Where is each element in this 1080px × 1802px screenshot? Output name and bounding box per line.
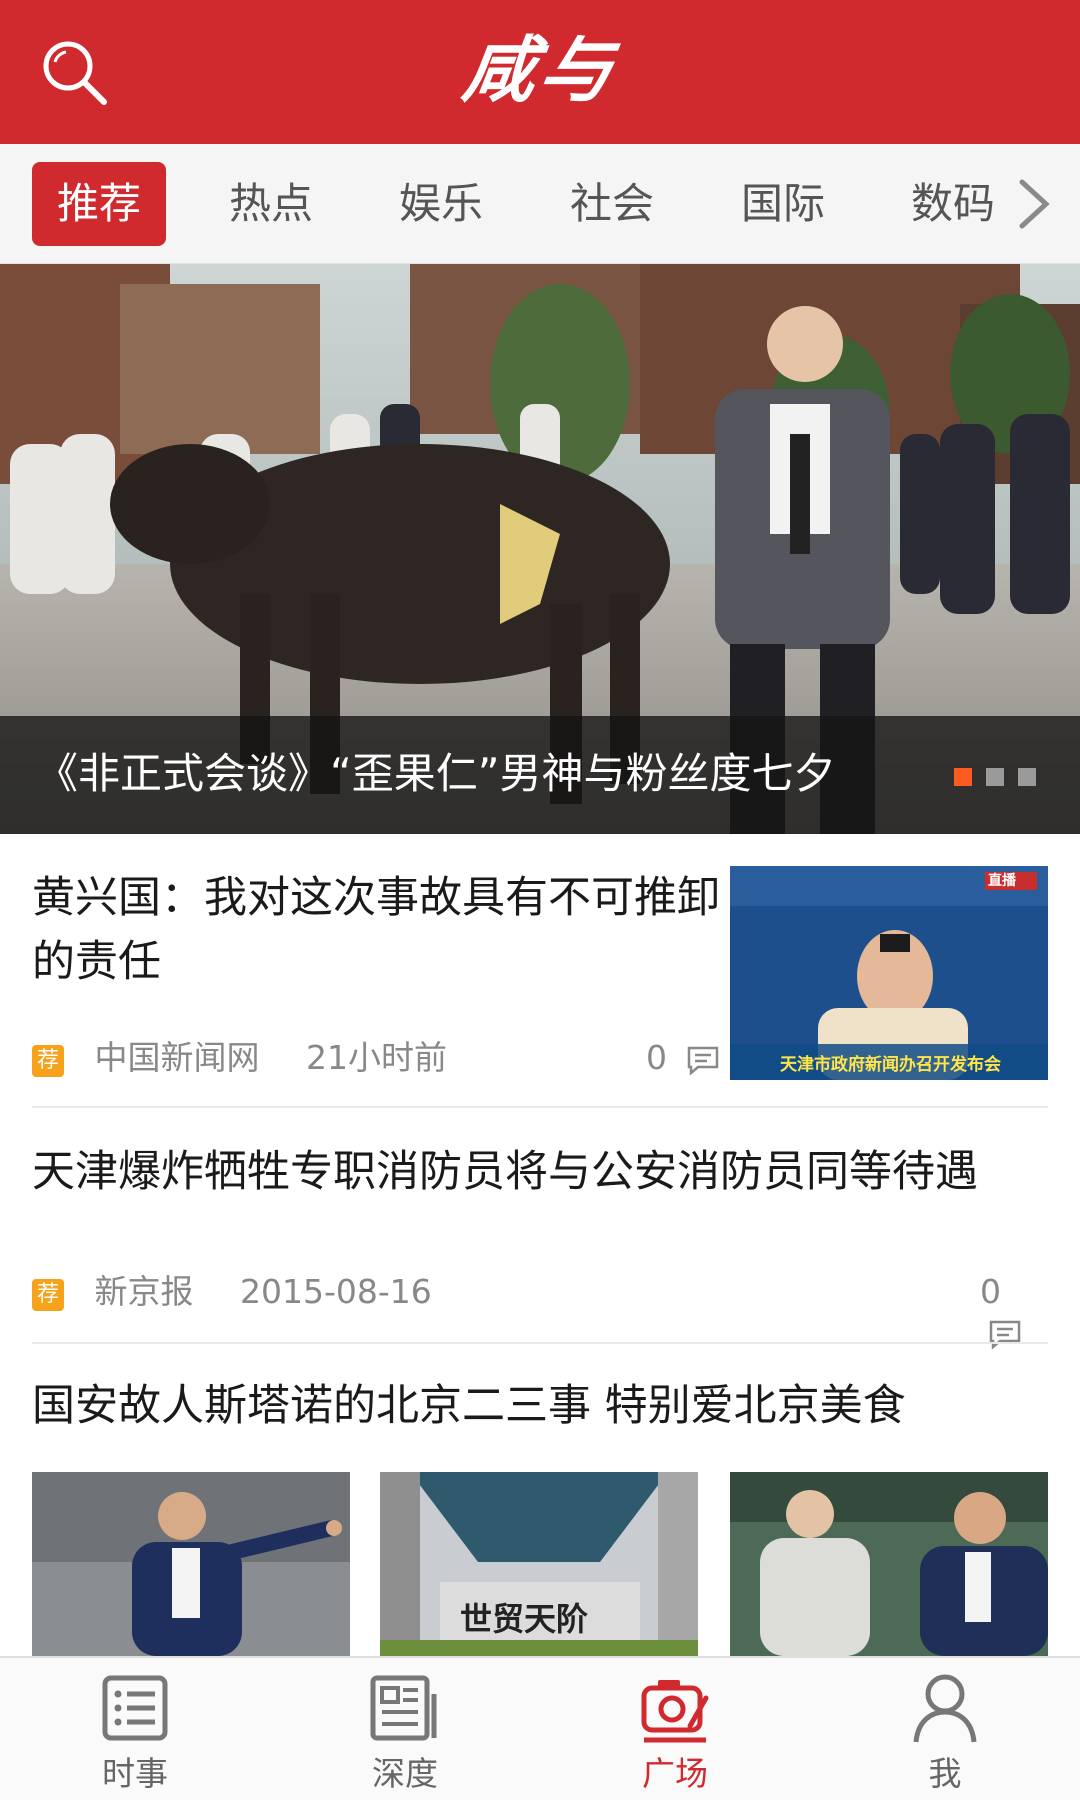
nav-current-affairs[interactable]: 时事	[0, 1658, 270, 1802]
news-thumbnail: 直播 天津市政府新闻办召开发布会	[730, 866, 1048, 1080]
news-title: 天津爆炸牺牲专职消防员将与公安消防员同等待遇	[32, 1147, 978, 1197]
thumbnail-image	[730, 866, 1048, 1080]
news-image-1	[32, 1472, 350, 1656]
tab-international[interactable]: 国际	[716, 162, 850, 246]
divider	[32, 1106, 1048, 1108]
news-title: 国安故人斯塔诺的北京二三事 特别爱北京美食	[32, 1381, 906, 1431]
comment-count[interactable]: 0	[646, 1038, 720, 1078]
tab-recommend[interactable]: 推荐	[32, 162, 166, 246]
pager-dot	[986, 768, 1004, 786]
thumbnail-caption: 天津市政府新闻办召开发布会	[780, 1055, 1001, 1075]
divider	[32, 1342, 1048, 1344]
recommend-badge: 荐	[32, 1279, 64, 1311]
sign-text: 世贸天阶	[460, 1600, 589, 1638]
news-source: 中国新闻网	[94, 1038, 260, 1077]
tab-entertainment[interactable]: 娱乐	[374, 162, 508, 246]
news-list-icon	[102, 1675, 168, 1741]
tab-more-button[interactable]	[1008, 174, 1058, 234]
coach-photo	[32, 1472, 350, 1656]
banner-pager	[940, 768, 1036, 790]
article-icon	[370, 1675, 437, 1741]
news-title: 黄兴国：我对这次事故具有不可推卸的责任	[32, 873, 720, 987]
comment-icon	[687, 1046, 718, 1076]
app-header: 咸与	[0, 0, 1080, 144]
nav-label: 时事	[102, 1754, 168, 1793]
news-meta: 荐 新京报 2015-08-16	[32, 1272, 432, 1312]
recommend-badge: 荐	[32, 1045, 64, 1077]
news-time: 21小时前	[306, 1038, 447, 1077]
nav-square[interactable]: 广场	[540, 1658, 810, 1802]
news-item[interactable]: 国安故人斯塔诺的北京二三事 特别爱北京美食 世贸天阶	[32, 1374, 1048, 1656]
nav-me[interactable]: 我	[810, 1658, 1080, 1802]
banner-title: 《非正式会谈》“歪果仁”男神与粉丝度七夕	[36, 749, 836, 798]
handshake-photo	[730, 1472, 1048, 1656]
category-tabs: 推荐 热点 娱乐 社会 国际 数码	[0, 144, 1080, 264]
nav-label: 广场	[642, 1754, 708, 1793]
user-icon	[913, 1674, 977, 1743]
chevron-right-icon	[1019, 179, 1050, 229]
nav-depth[interactable]: 深度	[270, 1658, 540, 1802]
news-meta: 荐 中国新闻网 21小时前	[32, 1038, 447, 1078]
app-logo: 咸与	[458, 28, 622, 112]
tab-society[interactable]: 社会	[545, 162, 679, 246]
comment-count-value: 0	[980, 1272, 1001, 1311]
pager-dot	[1018, 768, 1036, 786]
news-source: 新京报	[94, 1272, 194, 1311]
featured-banner[interactable]: 《非正式会谈》“歪果仁”男神与粉丝度七夕	[0, 264, 1080, 834]
nav-label: 深度	[372, 1754, 438, 1793]
news-item[interactable]: 天津爆炸牺牲专职消防员将与公安消防员同等待遇 荐 新京报 2015-08-16 …	[32, 1140, 1048, 1350]
banner-caption: 《非正式会谈》“歪果仁”男神与粉丝度七夕	[0, 716, 1080, 834]
news-image-2: 世贸天阶	[380, 1472, 698, 1656]
pager-dot-active	[954, 768, 972, 786]
tab-hot[interactable]: 热点	[204, 162, 338, 246]
comment-count-value: 0	[646, 1038, 667, 1077]
tab-digital[interactable]: 数码	[886, 162, 1020, 246]
live-tag: 直播	[988, 873, 1016, 889]
camera-icon	[641, 1680, 709, 1743]
news-time: 2015-08-16	[240, 1272, 432, 1311]
comment-count[interactable]: 0	[980, 1272, 1048, 1350]
news-item[interactable]: 黄兴国：我对这次事故具有不可推卸的责任 荐 中国新闻网 21小时前 0 直播 天…	[32, 866, 1048, 1106]
bottom-navigation: 时事 深度 广场 我	[0, 1656, 1080, 1800]
comment-icon	[989, 1320, 1021, 1350]
nav-label: 我	[928, 1754, 962, 1793]
news-image-3	[730, 1472, 1048, 1656]
